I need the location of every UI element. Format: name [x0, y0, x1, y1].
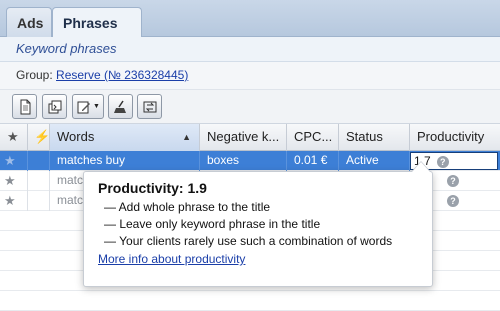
favorite-star-icon[interactable]: ★ — [0, 151, 28, 171]
flag-cell — [28, 191, 50, 211]
lightning-column-icon[interactable]: ⚡ — [28, 124, 50, 151]
column-productivity[interactable]: Productivity — [410, 124, 500, 151]
star-column-icon[interactable]: ★ — [0, 124, 28, 151]
tooltip-pointer — [412, 162, 430, 172]
column-cpc[interactable]: CPC... — [287, 124, 339, 151]
help-icon[interactable]: ? — [436, 155, 449, 168]
column-negative-keywords[interactable]: Negative k... — [200, 124, 287, 151]
new-document-button[interactable] — [12, 94, 37, 119]
more-info-link[interactable]: More info about productivity — [98, 252, 418, 266]
tab-bar: Ads Phrases — [0, 0, 500, 39]
table-header: ★ ⚡ Words ▲ Negative k... CPC... Status P… — [0, 124, 500, 151]
cpc-cell: 0.01 € — [287, 151, 339, 171]
words-cell: matches buy — [50, 151, 200, 171]
chevron-down-icon: ▼ — [93, 103, 100, 110]
flag-cell — [28, 151, 50, 171]
empty-row — [0, 291, 500, 311]
section-title: Keyword phrases — [0, 37, 500, 62]
refresh-icon — [143, 101, 156, 112]
column-words[interactable]: Words ▲ — [50, 124, 200, 151]
help-icon[interactable]: ? — [447, 194, 459, 207]
tab-phrases[interactable]: Phrases — [52, 7, 142, 39]
refresh-button[interactable] — [137, 94, 162, 119]
tooltip-tip: — Your clients rarely use such a combina… — [104, 234, 393, 248]
broom-icon — [113, 100, 126, 113]
tooltip-title: Productivity: 1.9 — [98, 180, 207, 196]
column-status[interactable]: Status — [339, 124, 410, 151]
group-label: Group: — [16, 68, 53, 82]
tooltip-tip: — Add whole phrase to the title — [104, 200, 271, 214]
sort-ascending-icon: ▲ — [182, 132, 191, 142]
copy-button[interactable] — [42, 94, 67, 119]
tooltip-tips: — Add whole phrase to the title — Leave … — [98, 199, 418, 250]
clean-button[interactable] — [108, 94, 133, 119]
edit-icon — [77, 101, 91, 113]
favorite-star-icon[interactable]: ★ — [0, 171, 28, 191]
copy-icon — [48, 100, 61, 113]
favorite-star-icon[interactable]: ★ — [0, 191, 28, 211]
negative-cell: boxes — [200, 151, 287, 171]
productivity-tooltip: Productivity: 1.9 — Add whole phrase to … — [83, 161, 433, 287]
edit-dropdown-button[interactable]: ▼ — [72, 94, 104, 119]
tab-ads[interactable]: Ads — [6, 7, 52, 38]
group-link[interactable]: Reserve (№ 236328445) — [56, 68, 188, 82]
document-icon — [20, 99, 30, 114]
flag-cell — [28, 171, 50, 191]
toolbar: ▼ — [0, 90, 500, 124]
group-line: Group: Reserve (№ 236328445) — [0, 62, 500, 90]
tooltip-tip: — Leave only keyword phrase in the title — [104, 217, 321, 231]
help-icon[interactable]: ? — [447, 174, 459, 187]
status-cell: Active — [339, 151, 410, 171]
